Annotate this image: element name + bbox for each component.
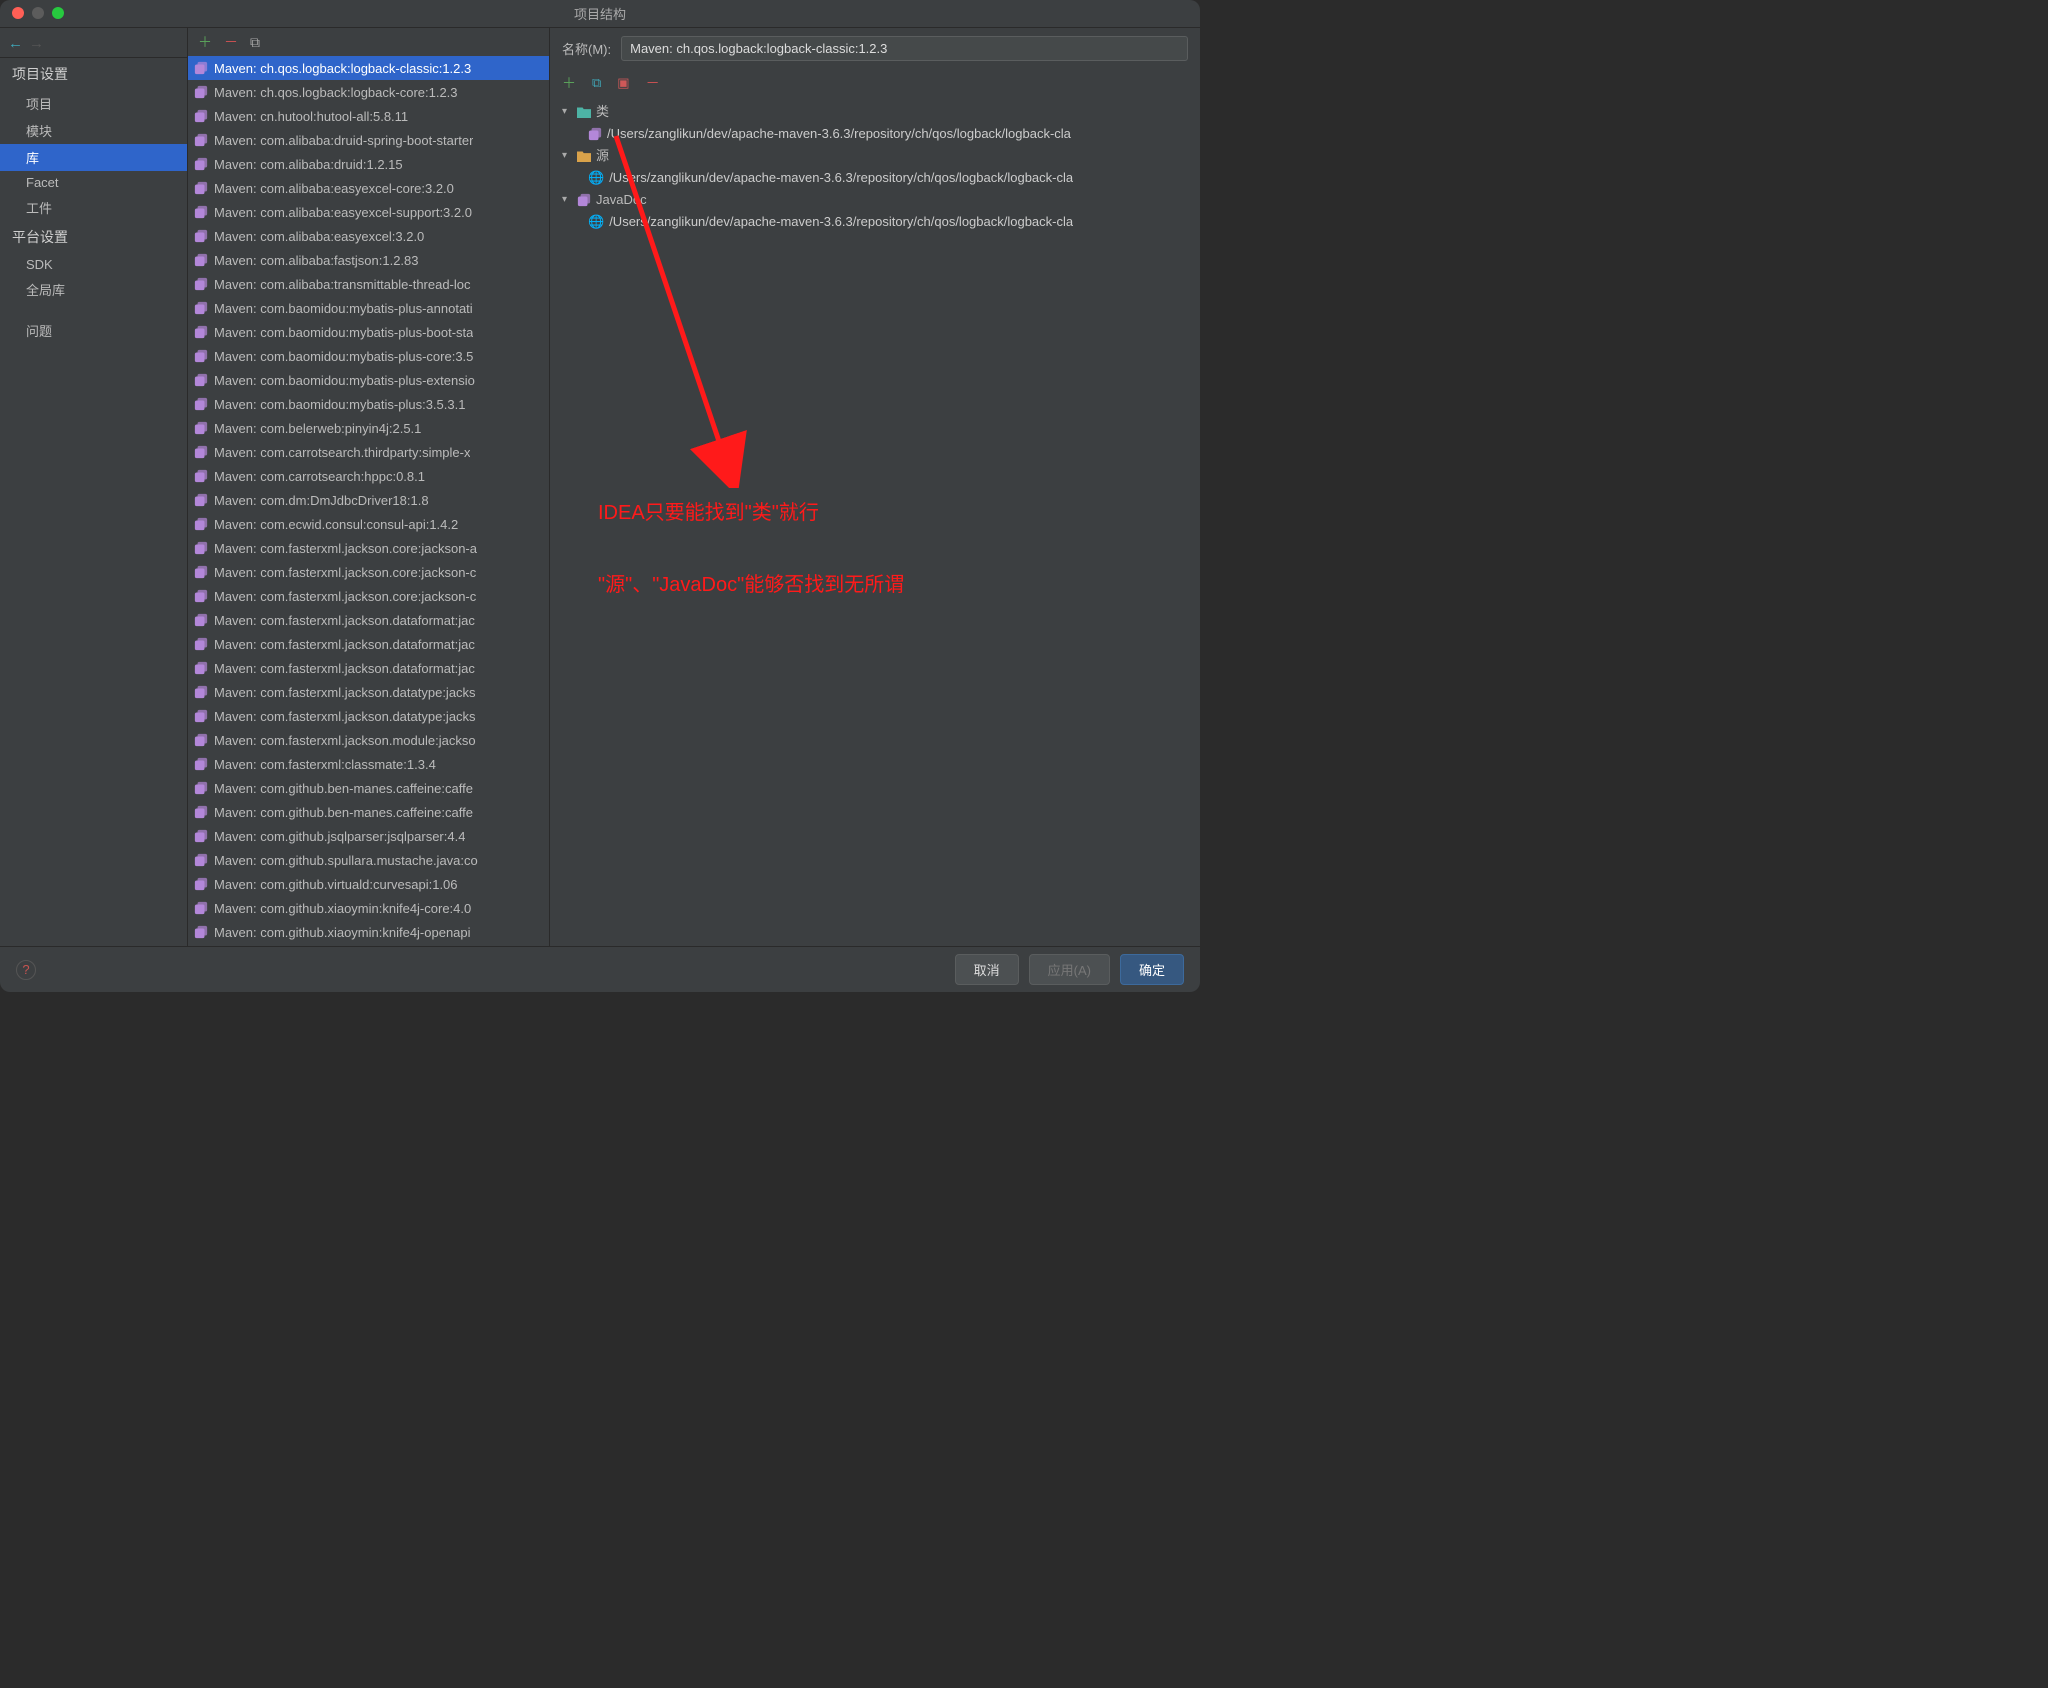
library-item[interactable]: Maven: com.alibaba:druid-spring-boot-sta… — [188, 128, 549, 152]
library-item[interactable]: Maven: cn.hutool:hutool-all:5.8.11 — [188, 104, 549, 128]
library-item[interactable]: Maven: com.fasterxml.jackson.core:jackso… — [188, 584, 549, 608]
help-icon[interactable]: ? — [16, 960, 36, 980]
library-item[interactable]: Maven: com.fasterxml.jackson.dataformat:… — [188, 632, 549, 656]
library-item[interactable]: Maven: com.fasterxml:classmate:1.3.4 — [188, 752, 549, 776]
detail-panel: 名称(M): ＋ ⧉ ▣ － ▾ 类 /Users/zanglikun/dev/… — [550, 28, 1200, 946]
library-item[interactable]: Maven: com.github.xiaoymin:knife4j-core:… — [188, 896, 549, 920]
library-item[interactable]: Maven: com.baomidou:mybatis-plus-extensi… — [188, 368, 549, 392]
folder-attach-icon[interactable]: ▣ — [617, 75, 629, 91]
folder-icon — [577, 150, 591, 162]
library-item[interactable]: Maven: com.github.ben-manes.caffeine:caf… — [188, 800, 549, 824]
library-tree[interactable]: ▾ 类 /Users/zanglikun/dev/apache-maven-3.… — [562, 101, 1188, 233]
tree-javadoc[interactable]: ▾ JavaDoc — [562, 189, 1188, 211]
library-item[interactable]: Maven: com.github.xiaoymin:knife4j-opena… — [188, 920, 549, 944]
library-item[interactable]: Maven: com.belerweb:pinyin4j:2.5.1 — [188, 416, 549, 440]
sidebar-item-libraries[interactable]: 库 — [0, 144, 187, 171]
library-item[interactable]: Maven: com.alibaba:easyexcel:3.2.0 — [188, 224, 549, 248]
sidebar-item-sdks[interactable]: SDK — [0, 253, 187, 276]
tree-classes-path[interactable]: /Users/zanglikun/dev/apache-maven-3.6.3/… — [562, 123, 1188, 145]
tree-sources-path[interactable]: 🌐 /Users/zanglikun/dev/apache-maven-3.6.… — [562, 167, 1188, 189]
remove-icon[interactable]: － — [224, 32, 238, 52]
minimize-icon[interactable] — [32, 7, 44, 19]
library-item[interactable]: Maven: com.github.virtuald:curvesapi:1.0… — [188, 872, 549, 896]
library-item[interactable]: Maven: com.fasterxml.jackson.dataformat:… — [188, 608, 549, 632]
annotation-text-2: "源"、"JavaDoc"能够否找到无所谓 — [598, 568, 904, 597]
sidebar: ← → 项目设置 项目 模块 库 Facet 工件 平台设置 SDK 全局库 问… — [0, 28, 188, 946]
library-item[interactable]: Maven: com.fasterxml.jackson.datatype:ja… — [188, 680, 549, 704]
library-item[interactable]: Maven: com.fasterxml.jackson.core:jackso… — [188, 536, 549, 560]
library-item[interactable]: Maven: com.github.ben-manes.caffeine:caf… — [188, 776, 549, 800]
globe-icon: 🌐 — [588, 211, 604, 233]
sidebar-section-platform: 平台设置 — [0, 221, 187, 253]
library-item[interactable]: Maven: com.carrotsearch.thirdparty:simpl… — [188, 440, 549, 464]
library-item[interactable]: Maven: com.github.jsqlparser:jsqlparser:… — [188, 824, 549, 848]
sidebar-item-facets[interactable]: Facet — [0, 171, 187, 194]
library-item[interactable]: Maven: com.alibaba:transmittable-thread-… — [188, 272, 549, 296]
library-item[interactable]: Maven: ch.qos.logback:logback-core:1.2.3 — [188, 80, 549, 104]
sidebar-section-project: 项目设置 — [0, 58, 187, 90]
library-item[interactable]: Maven: com.alibaba:easyexcel-support:3.2… — [188, 200, 549, 224]
library-item[interactable]: Maven: com.fasterxml.jackson.core:jackso… — [188, 560, 549, 584]
maximize-icon[interactable] — [52, 7, 64, 19]
library-item[interactable]: Maven: com.fasterxml.jackson.datatype:ja… — [188, 704, 549, 728]
chevron-down-icon[interactable]: ▾ — [562, 101, 572, 123]
sidebar-item-project[interactable]: 项目 — [0, 90, 187, 117]
dialog-footer: ? 取消 应用(A) 确定 — [0, 946, 1200, 992]
library-item[interactable]: Maven: com.github.spullara.mustache.java… — [188, 848, 549, 872]
titlebar: 项目结构 — [0, 0, 1200, 28]
link-icon[interactable]: ⧉ — [592, 75, 601, 91]
sidebar-item-global-libs[interactable]: 全局库 — [0, 276, 187, 303]
library-item[interactable]: Maven: com.alibaba:fastjson:1.2.83 — [188, 248, 549, 272]
library-name-input[interactable] — [621, 36, 1188, 61]
library-item[interactable]: Maven: com.alibaba:easyexcel-core:3.2.0 — [188, 176, 549, 200]
close-icon[interactable] — [12, 7, 24, 19]
library-item[interactable]: Maven: com.alibaba:druid:1.2.15 — [188, 152, 549, 176]
name-label: 名称(M): — [562, 39, 611, 58]
library-item[interactable]: Maven: com.baomidou:mybatis-plus-annotat… — [188, 296, 549, 320]
window-title: 项目结构 — [574, 4, 626, 23]
sidebar-item-modules[interactable]: 模块 — [0, 117, 187, 144]
sidebar-item-artifacts[interactable]: 工件 — [0, 194, 187, 221]
tree-sources[interactable]: ▾ 源 — [562, 145, 1188, 167]
chevron-down-icon[interactable]: ▾ — [562, 145, 572, 167]
ok-button[interactable]: 确定 — [1120, 954, 1184, 985]
sidebar-item-problems[interactable]: 问题 — [0, 317, 187, 344]
library-item[interactable]: Maven: com.fasterxml.jackson.module:jack… — [188, 728, 549, 752]
tree-javadoc-path[interactable]: 🌐 /Users/zanglikun/dev/apache-maven-3.6.… — [562, 211, 1188, 233]
library-item[interactable]: Maven: ch.qos.logback:logback-classic:1.… — [188, 56, 549, 80]
detail-remove-icon[interactable]: － — [646, 73, 660, 93]
globe-icon: 🌐 — [588, 167, 604, 189]
library-item[interactable]: Maven: com.ecwid.consul:consul-api:1.4.2 — [188, 512, 549, 536]
cancel-button[interactable]: 取消 — [955, 954, 1019, 985]
add-icon[interactable]: ＋ — [198, 32, 212, 52]
library-item[interactable]: Maven: com.baomidou:mybatis-plus:3.5.3.1 — [188, 392, 549, 416]
detail-add-icon[interactable]: ＋ — [562, 73, 576, 93]
copy-icon[interactable]: ⧉ — [250, 34, 260, 51]
tree-classes[interactable]: ▾ 类 — [562, 101, 1188, 123]
chevron-down-icon[interactable]: ▾ — [562, 189, 572, 211]
nav-back-icon[interactable]: ← — [8, 35, 23, 52]
library-list[interactable]: Maven: ch.qos.logback:logback-classic:1.… — [188, 56, 549, 946]
library-item[interactable]: Maven: com.fasterxml.jackson.dataformat:… — [188, 656, 549, 680]
library-item[interactable]: Maven: com.carrotsearch:hppc:0.8.1 — [188, 464, 549, 488]
library-item[interactable]: Maven: com.baomidou:mybatis-plus-boot-st… — [188, 320, 549, 344]
folder-icon — [577, 106, 591, 118]
library-item[interactable]: Maven: com.dm:DmJdbcDriver18:1.8 — [188, 488, 549, 512]
library-item[interactable]: Maven: com.baomidou:mybatis-plus-core:3.… — [188, 344, 549, 368]
apply-button[interactable]: 应用(A) — [1029, 954, 1110, 985]
nav-forward-icon[interactable]: → — [29, 35, 44, 52]
library-column: ＋ － ⧉ Maven: ch.qos.logback:logback-clas… — [188, 28, 550, 946]
annotation-text-1: IDEA只要能找到"类"就行 — [598, 496, 819, 525]
